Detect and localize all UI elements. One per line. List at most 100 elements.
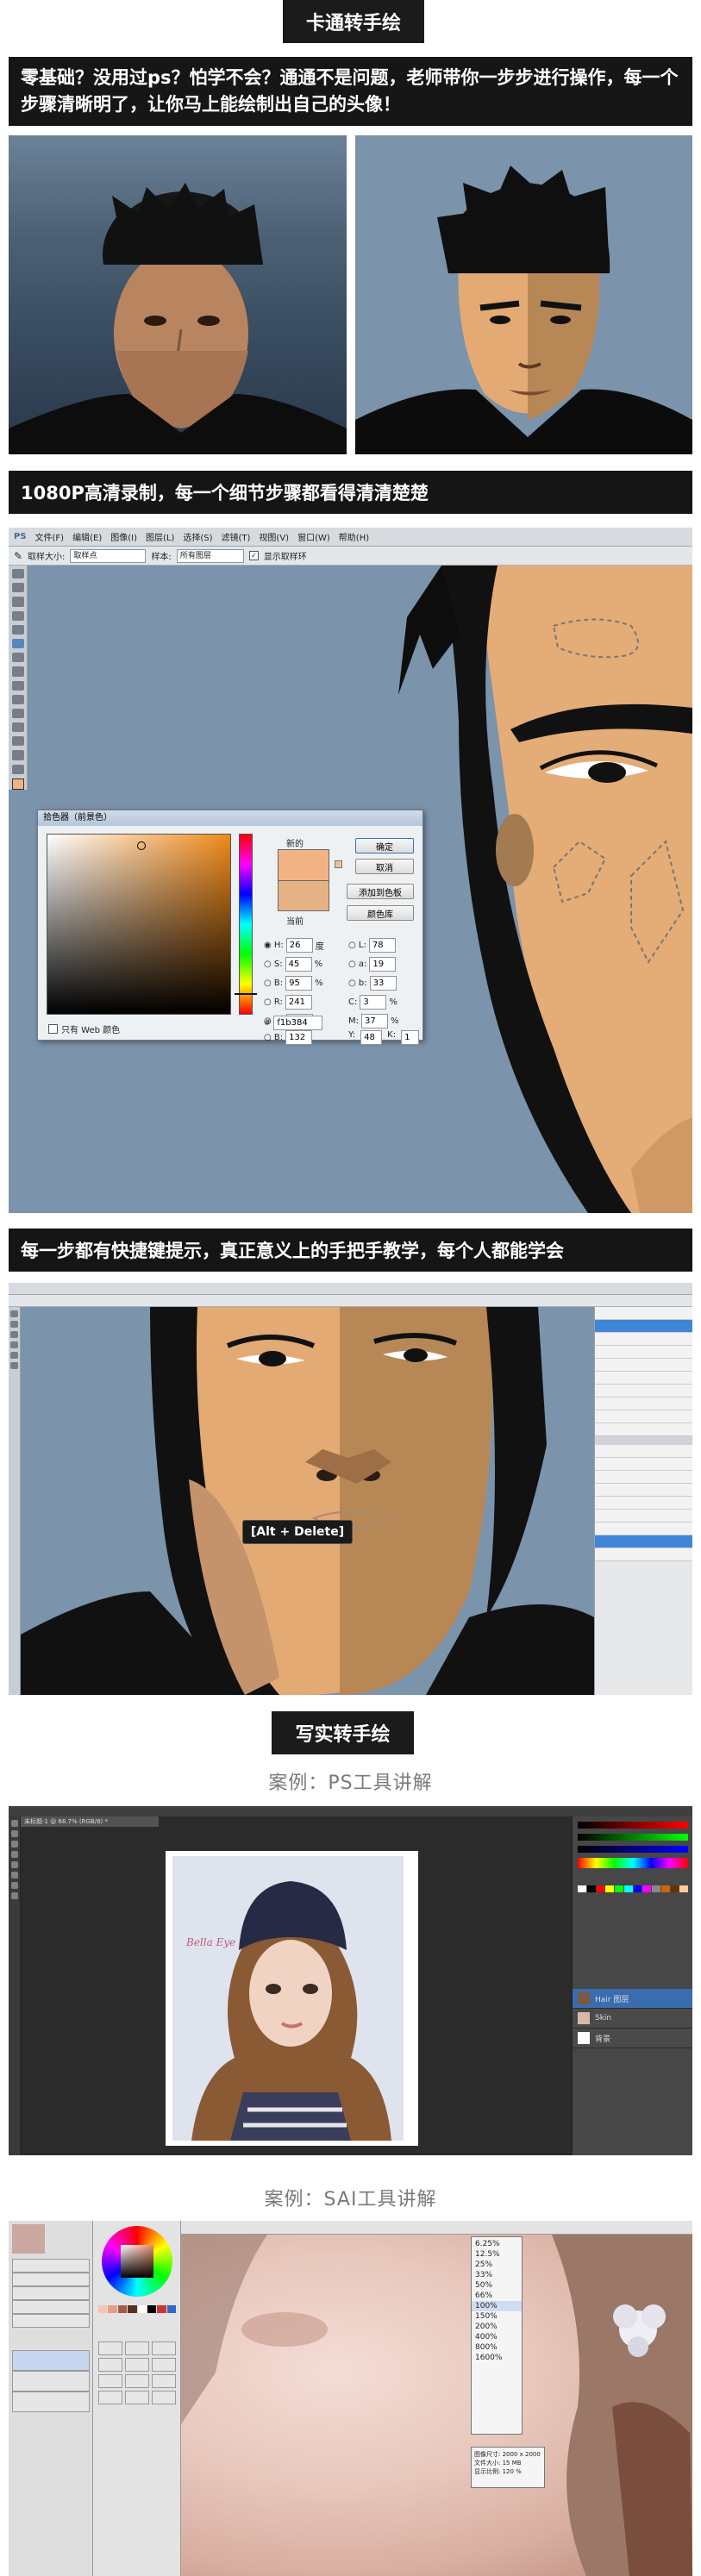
foreground-color-swatch[interactable] <box>11 778 24 790</box>
layer-row[interactable] <box>595 1397 692 1410</box>
color-wheel-square[interactable] <box>121 2245 153 2278</box>
sai-tool[interactable] <box>98 2391 122 2404</box>
menu-select[interactable]: 选择(S) <box>183 530 212 543</box>
menu-filter[interactable]: 滤镜(T) <box>222 530 251 543</box>
add-to-swatches-button[interactable]: 添加到色板 <box>347 884 414 899</box>
layer-row[interactable] <box>595 1458 692 1471</box>
sai-layer[interactable] <box>12 2392 90 2412</box>
color-ramp[interactable] <box>578 1858 688 1868</box>
layer-row-background[interactable]: 背景 <box>573 2029 692 2048</box>
c-field[interactable]: 3 <box>360 994 387 1010</box>
hue-slider[interactable] <box>239 834 253 1015</box>
swatch[interactable] <box>605 1885 614 1892</box>
tool-icon-a[interactable] <box>10 1310 18 1317</box>
tool-icon-f[interactable] <box>10 1362 18 1369</box>
h-radio[interactable]: ◉ H: <box>264 941 284 950</box>
sai-tool[interactable] <box>125 2374 149 2388</box>
gamut-warning-icon[interactable] <box>335 860 342 868</box>
layer-row-selected[interactable] <box>595 1320 692 1333</box>
navigator-thumb[interactable] <box>12 2224 45 2254</box>
crop-tool-icon[interactable] <box>11 624 24 635</box>
tool-icon[interactable] <box>10 1892 18 1899</box>
sample-select[interactable]: 所有图层 <box>176 548 244 563</box>
l-field[interactable]: 78 <box>368 937 396 953</box>
m-field[interactable]: 37 <box>361 1013 388 1029</box>
zoom-option[interactable]: 6.25% <box>472 2239 522 2249</box>
g-slider[interactable] <box>578 1834 688 1841</box>
h-field[interactable]: 26 <box>285 937 313 953</box>
layer-row[interactable] <box>595 1484 692 1497</box>
swatch[interactable] <box>166 2305 176 2313</box>
layer-row[interactable] <box>595 1471 692 1484</box>
move-tool-icon[interactable] <box>11 569 24 579</box>
swatch[interactable] <box>652 1885 660 1892</box>
swatch[interactable] <box>633 1885 642 1892</box>
hex-field[interactable]: f1b384 <box>273 1016 323 1030</box>
b-field[interactable]: 95 <box>285 975 313 991</box>
swatch[interactable] <box>623 1885 633 1892</box>
gradient-tool-icon[interactable] <box>11 694 24 704</box>
sai-tool[interactable] <box>152 2391 176 2404</box>
menu-image[interactable]: 图像(I) <box>110 530 137 543</box>
pen-tool-icon[interactable] <box>11 708 24 719</box>
sai-option[interactable] <box>12 2259 90 2273</box>
eyedropper-icon[interactable]: ✎ <box>14 550 22 562</box>
zoom-option[interactable]: 1600% <box>472 2353 522 2363</box>
sai-tool[interactable] <box>98 2342 122 2355</box>
ok-button[interactable]: 确定 <box>355 838 414 853</box>
swatch[interactable] <box>157 2305 166 2313</box>
swatch[interactable] <box>137 2305 147 2313</box>
zoom-option[interactable]: 33% <box>472 2270 522 2280</box>
b-radio[interactable]: ○ B: <box>264 979 283 988</box>
tool-icon[interactable] <box>10 1841 18 1848</box>
s-field[interactable]: 45 <box>285 956 312 972</box>
swatch[interactable] <box>679 1885 688 1892</box>
zoom-option[interactable]: 400% <box>472 2332 522 2342</box>
swatch[interactable] <box>586 1885 596 1892</box>
color-libraries-button[interactable]: 颜色库 <box>347 905 414 921</box>
zoom-option-selected[interactable]: 100% <box>472 2301 522 2311</box>
magic-wand-icon[interactable] <box>11 610 24 621</box>
layer-row[interactable] <box>595 1307 692 1320</box>
b-slider[interactable] <box>578 1846 688 1853</box>
sai-option[interactable] <box>12 2314 90 2328</box>
menu-view[interactable]: 视图(V) <box>259 530 289 543</box>
color-field[interactable] <box>47 834 231 1015</box>
swatch[interactable] <box>578 1885 586 1892</box>
zoom-tool-icon[interactable] <box>11 764 24 774</box>
swatch[interactable] <box>117 2305 128 2313</box>
color-picker-titlebar[interactable]: 拾色器（前景色） <box>38 810 422 826</box>
layer-row[interactable] <box>595 1333 692 1346</box>
l-radio[interactable]: ○ L: <box>348 941 366 950</box>
zoom-option[interactable]: 800% <box>472 2342 522 2353</box>
web-only-checkbox[interactable] <box>48 1024 58 1034</box>
blab-radio[interactable]: ○ b: <box>348 979 367 988</box>
eraser-tool-icon[interactable] <box>11 680 24 691</box>
sai-option[interactable] <box>12 2300 90 2314</box>
menu-edit[interactable]: 编辑(E) <box>72 530 102 543</box>
menu-file[interactable]: 文件(F) <box>35 530 65 543</box>
sai-tool[interactable] <box>125 2391 149 2404</box>
sai-tool[interactable] <box>125 2358 149 2372</box>
a-radio[interactable]: ○ a: <box>348 960 366 969</box>
menu-help[interactable]: 帮助(H) <box>339 530 369 543</box>
zoom-option[interactable]: 150% <box>472 2311 522 2322</box>
layer-row[interactable] <box>595 1497 692 1510</box>
layer-row[interactable] <box>595 1359 692 1372</box>
a-field[interactable]: 19 <box>369 956 397 972</box>
sai-layer[interactable] <box>12 2371 90 2392</box>
sai-tool[interactable] <box>152 2358 176 2372</box>
y-field[interactable]: 48 <box>360 1030 383 1045</box>
layer-row[interactable] <box>595 1445 692 1458</box>
k-field[interactable]: 1 <box>401 1030 420 1045</box>
hue-slider-marker[interactable] <box>235 993 257 995</box>
zoom-option[interactable]: 50% <box>472 2280 522 2291</box>
layer-row[interactable] <box>595 1522 692 1535</box>
tool-icon-c[interactable] <box>10 1331 18 1338</box>
menu-layer[interactable]: 图层(L) <box>146 530 174 543</box>
zoom-option[interactable]: 12.5% <box>472 2249 522 2260</box>
sai-tool[interactable] <box>98 2358 122 2372</box>
swatch[interactable] <box>128 2305 137 2313</box>
swatch[interactable] <box>596 1885 605 1892</box>
swatch[interactable] <box>660 1885 670 1892</box>
